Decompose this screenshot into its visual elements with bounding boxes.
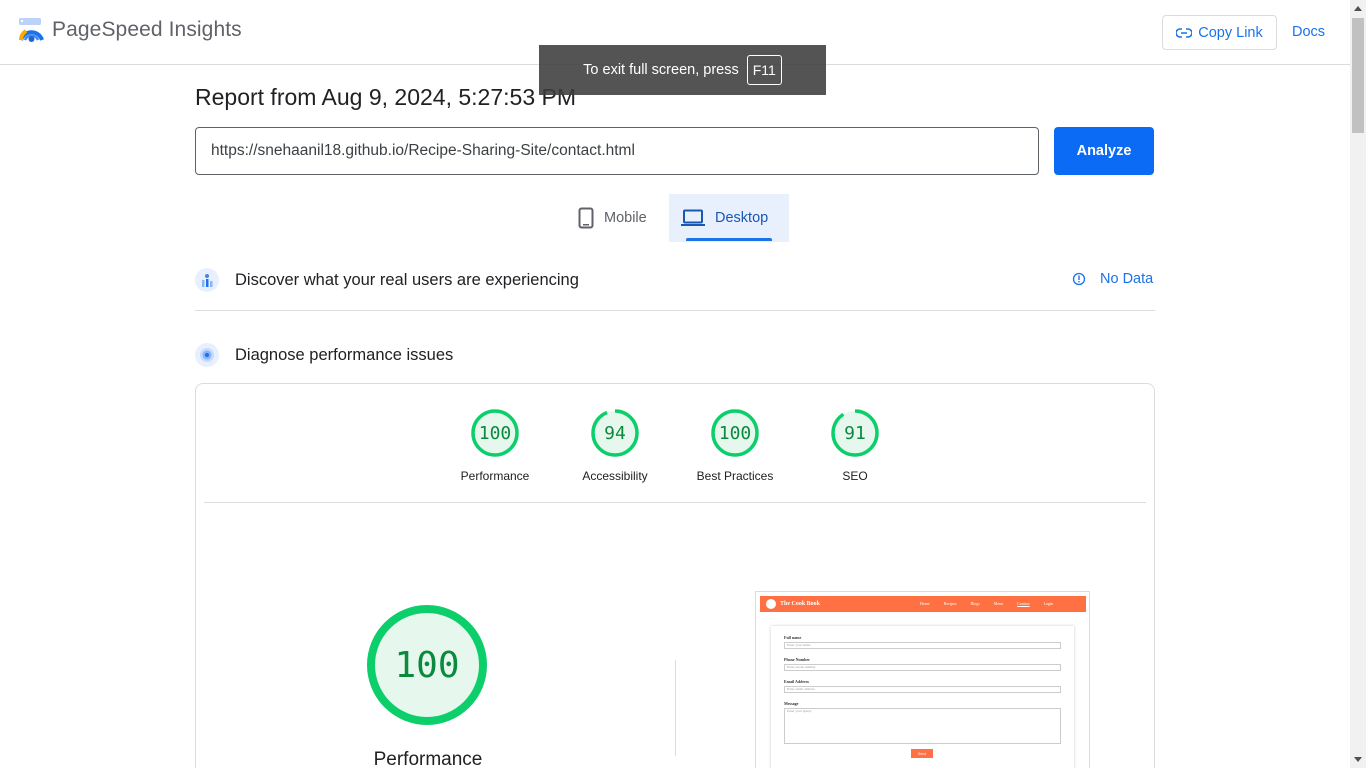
card-divider	[204, 502, 1146, 503]
thumb-field-input: Enter phone number	[784, 664, 1061, 671]
scroll-thumb[interactable]	[1352, 18, 1364, 133]
gauge-label: SEO	[842, 469, 868, 483]
info-icon	[1072, 272, 1086, 286]
performance-main-gauge: 100	[366, 604, 488, 726]
thumb-nav-link: Blogs	[970, 601, 980, 606]
gauge-score: 94	[604, 422, 626, 444]
thumb-navbar: The Cook Book Home Recipes Blogs Menu Co…	[760, 596, 1086, 612]
page-scrollbar[interactable]	[1350, 0, 1366, 768]
thumb-nav-links: Home Recipes Blogs Menu Contact Login	[920, 601, 1053, 606]
thumb-field-label: Message	[784, 701, 799, 706]
thumb-nav-link: Contact	[1017, 601, 1030, 606]
diagnose-section: Diagnose performance issues	[195, 341, 1155, 369]
scroll-up-arrow-icon[interactable]	[1350, 0, 1366, 17]
no-data-label: No Data	[1100, 271, 1154, 287]
laptop-icon	[681, 209, 705, 226]
brand-name: PageSpeed Insights	[52, 18, 242, 41]
section-divider	[195, 310, 1155, 311]
gauge-ring: 91	[830, 408, 880, 458]
tab-mobile-label: Mobile	[604, 210, 647, 226]
page-screenshot-thumbnail[interactable]: The Cook Book Home Recipes Blogs Menu Co…	[755, 591, 1090, 768]
page: PageSpeed Insights Copy Link Docs To exi…	[0, 0, 1366, 768]
no-data-indicator[interactable]: No Data	[1072, 271, 1153, 287]
thumb-logo-icon	[766, 599, 776, 609]
gauge-score: 91	[844, 422, 866, 444]
lighthouse-report-card: 100 Performance 94 Accessibility 100 Bes…	[195, 383, 1155, 768]
link-icon	[1176, 27, 1193, 38]
pagespeed-logo-icon	[19, 18, 44, 42]
thumb-nav-link: Home	[920, 601, 930, 606]
brand[interactable]: PageSpeed Insights	[18, 16, 242, 44]
thumb-field-label: Phone Number	[784, 657, 810, 662]
thumb-site-name: The Cook Book	[780, 601, 821, 607]
copy-link-button[interactable]: Copy Link	[1162, 15, 1277, 50]
gauge-label: Accessibility	[582, 469, 648, 483]
thumb-field-input: Enter your name	[784, 642, 1061, 649]
performance-main-score: 100	[394, 644, 460, 686]
performance-main-label: Performance	[373, 749, 483, 768]
gauge-ring: 94	[590, 408, 640, 458]
thumb-nav-link: Recipes	[943, 601, 957, 606]
tab-active-indicator	[686, 238, 772, 241]
tab-desktop[interactable]: Desktop	[669, 194, 789, 242]
thumb-field-input: Enter email address	[784, 686, 1061, 693]
gauge-performance[interactable]: 100 Performance	[435, 408, 555, 483]
docs-link[interactable]: Docs	[1292, 24, 1325, 40]
thumb-field-label: Email Address	[784, 679, 809, 684]
diagnose-title: Diagnose performance issues	[235, 345, 454, 364]
copy-link-label: Copy Link	[1198, 24, 1263, 41]
smartphone-icon	[578, 207, 594, 229]
gauge-score: 100	[478, 422, 512, 444]
thumb-nav-link: Login	[1043, 601, 1054, 606]
toast-text: To exit full screen, press	[583, 62, 739, 78]
score-gauges: 100 Performance 94 Accessibility 100 Bes…	[196, 408, 1154, 483]
tab-mobile[interactable]: Mobile	[566, 194, 669, 242]
gauge-label: Performance	[460, 469, 530, 483]
real-users-section[interactable]: Discover what your real users are experi…	[195, 266, 1155, 294]
vertical-divider	[675, 660, 676, 756]
url-input[interactable]	[195, 127, 1039, 175]
fullscreen-exit-toast: To exit full screen, press F11	[539, 45, 826, 95]
gauge-ring: 100	[470, 408, 520, 458]
users-chart-icon	[195, 268, 219, 292]
analyze-button[interactable]: Analyze	[1054, 127, 1154, 175]
thumb-nav-link: Menu	[993, 601, 1004, 606]
thumb-message-input: Enter your Query	[784, 708, 1061, 744]
gauge-accessibility[interactable]: 94 Accessibility	[555, 408, 675, 483]
report-title: Report from Aug 9, 2024, 5:27:53 PM	[195, 84, 577, 110]
diagnose-target-icon	[195, 343, 219, 367]
gauge-score: 100	[718, 422, 752, 444]
real-users-title: Discover what your real users are experi…	[235, 270, 579, 289]
thumb-send-button: Send	[911, 749, 933, 758]
toast-key: F11	[746, 55, 782, 85]
scroll-down-arrow-icon[interactable]	[1350, 751, 1366, 768]
gauge-ring: 100	[710, 408, 760, 458]
gauge-seo[interactable]: 91 SEO	[795, 408, 915, 483]
thumb-contact-form: Full name Enter your name Phone Number E…	[771, 626, 1074, 768]
thumb-field-label: Full name	[784, 635, 802, 640]
tab-desktop-label: Desktop	[715, 210, 769, 226]
gauge-label: Best Practices	[696, 469, 774, 483]
gauge-best-practices[interactable]: 100 Best Practices	[675, 408, 795, 483]
